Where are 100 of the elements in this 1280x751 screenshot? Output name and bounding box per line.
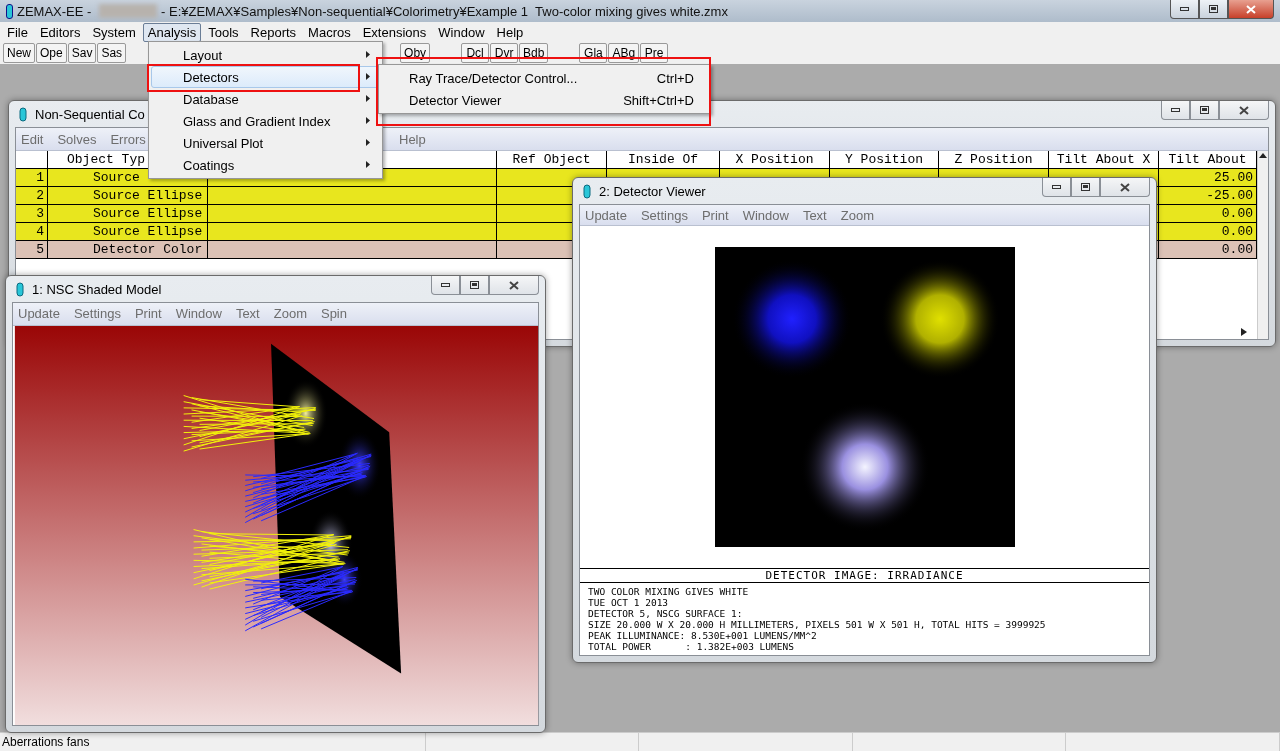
- minimize-button[interactable]: [1170, 0, 1199, 19]
- menu-item[interactable]: Window: [175, 306, 222, 322]
- toolbar-button[interactable]: Bdb: [519, 43, 549, 63]
- submenu-arrow-icon[interactable]: [363, 93, 373, 103]
- menu-item[interactable]: Text: [802, 207, 827, 223]
- menu-item[interactable]: Analysis: [142, 22, 202, 42]
- minimize-button[interactable]: [1042, 178, 1071, 197]
- maximize-button[interactable]: [1190, 101, 1219, 120]
- table-cell: 0.00: [1159, 241, 1257, 259]
- menu-item[interactable]: System: [87, 22, 141, 42]
- maximize-icon: [1081, 183, 1090, 191]
- status-text: Aberrations fans: [0, 733, 426, 751]
- column-header: Z Position: [939, 151, 1049, 169]
- toolbar-button[interactable]: Pre: [640, 43, 669, 63]
- menu-item[interactable]: Macros: [303, 22, 356, 42]
- menu-item[interactable]: Spin: [320, 306, 347, 322]
- menu-item[interactable]: Text: [235, 306, 260, 322]
- window-title: 1: NSC Shaded Model: [32, 281, 162, 297]
- toolbar-button[interactable]: ABg: [608, 43, 640, 63]
- app-icon: [19, 106, 27, 122]
- column-header: Tilt About: [1159, 151, 1257, 169]
- info-line: TUE OCT 1 2013: [588, 597, 670, 608]
- menu-item[interactable]: Universal Plot: [151, 132, 380, 154]
- column-header: Inside Of: [607, 151, 720, 169]
- maximize-button[interactable]: [1199, 0, 1228, 19]
- menu-item[interactable]: Help: [491, 22, 529, 42]
- close-icon: [1239, 105, 1249, 115]
- maximize-button[interactable]: [460, 276, 489, 295]
- app-icon: [583, 183, 591, 199]
- menu-item[interactable]: Database: [151, 88, 380, 110]
- table-cell: Source Ellipse: [48, 187, 208, 205]
- menu-item[interactable]: File: [2, 22, 33, 42]
- blurred-area: [99, 4, 157, 18]
- close-icon: [509, 280, 519, 290]
- menu-item[interactable]: Update: [585, 207, 627, 223]
- toolbar-button[interactable]: Gla: [579, 43, 608, 63]
- menu-item[interactable]: Help: [399, 131, 426, 147]
- minimize-button[interactable]: [1161, 101, 1190, 120]
- menu-item[interactable]: Editors: [34, 22, 86, 42]
- table-cell: 5: [16, 241, 48, 259]
- info-line: DETECTOR 5, NSCG SURFACE 1:: [588, 608, 744, 619]
- table-cell: 3: [16, 205, 48, 223]
- submenu-arrow-icon[interactable]: [363, 115, 373, 125]
- menu-item[interactable]: Print: [134, 306, 162, 322]
- scroll-up-arrow-icon[interactable]: [1258, 151, 1268, 160]
- menu-item[interactable]: Zoom: [273, 306, 307, 322]
- menu-item[interactable]: Settings: [73, 306, 121, 322]
- toolbar-button[interactable]: Sas: [97, 43, 127, 63]
- info-line: SIZE 20.000 W X 20.000 H MILLIMETERS, PIXELS 501 W X 501 H, TOTAL HITS = 3999925: [588, 619, 1047, 630]
- submenu-arrow-icon[interactable]: [363, 71, 373, 81]
- menu-item[interactable]: Edit: [21, 131, 44, 147]
- column-header: Y Position: [830, 151, 939, 169]
- close-icon: [1246, 4, 1256, 14]
- info-line: TWO COLOR MIXING GIVES WHITE: [588, 586, 750, 597]
- toolbar-button[interactable]: Oby: [400, 43, 431, 63]
- submenu-arrow-icon[interactable]: [363, 49, 373, 59]
- submenu-arrow-icon[interactable]: [363, 159, 373, 169]
- table-cell: 25.00: [1159, 169, 1257, 187]
- column-header: Tilt About X: [1049, 151, 1159, 169]
- menu-item[interactable]: Print: [701, 207, 729, 223]
- menu-item[interactable]: Settings: [640, 207, 688, 223]
- table-cell: Source Ellipse: [48, 205, 208, 223]
- table-cell: 0.00: [1159, 223, 1257, 241]
- close-button[interactable]: [1100, 178, 1150, 197]
- close-button[interactable]: [1219, 101, 1269, 120]
- menu-item[interactable]: Reports: [245, 22, 302, 42]
- table-cell: Source Ellipse: [48, 223, 208, 241]
- minimize-button[interactable]: [431, 276, 460, 295]
- menu-item[interactable]: Ray Trace/Detector Control... Ctrl+D: [381, 67, 708, 89]
- menu-item[interactable]: Window: [433, 22, 490, 42]
- scrollbar[interactable]: [1257, 151, 1268, 339]
- maximize-icon: [1209, 5, 1218, 13]
- menu-item[interactable]: Glass and Gradient Index: [151, 110, 380, 132]
- app-title: ZEMAX-EE -: [17, 3, 93, 19]
- image-title: DETECTOR IMAGE: IRRADIANCE: [580, 568, 1149, 583]
- toolbar-button[interactable]: New: [3, 43, 35, 63]
- toolbar-button[interactable]: Sav: [67, 43, 97, 63]
- menu-item[interactable]: Extensions: [357, 22, 432, 42]
- menu-item[interactable]: Tools: [203, 22, 244, 42]
- minimize-icon: [1180, 7, 1189, 11]
- menu-item[interactable]: Solves: [57, 131, 97, 147]
- toolbar-button[interactable]: Dvr: [490, 43, 519, 63]
- menu-item[interactable]: Errors: [110, 131, 146, 147]
- menu-item[interactable]: Window: [742, 207, 789, 223]
- column-header: Ref Object: [497, 151, 607, 169]
- maximize-icon: [1200, 106, 1209, 114]
- menu-item[interactable]: Zoom: [840, 207, 874, 223]
- close-icon: [1120, 182, 1130, 192]
- table-cell: -25.00: [1159, 187, 1257, 205]
- menu-item[interactable]: Update: [18, 306, 60, 322]
- menu-item[interactable]: Layout: [151, 44, 380, 66]
- maximize-button[interactable]: [1071, 178, 1100, 197]
- close-button[interactable]: [489, 276, 539, 295]
- close-button[interactable]: [1228, 0, 1274, 19]
- toolbar-button[interactable]: Ope: [36, 43, 67, 63]
- scroll-right-arrow-icon[interactable]: [1239, 327, 1249, 336]
- submenu-arrow-icon[interactable]: [363, 137, 373, 147]
- minimize-icon: [1052, 185, 1061, 189]
- menu-item[interactable]: Detector Viewer Shift+Ctrl+D: [381, 89, 708, 111]
- toolbar-button[interactable]: Dcl: [461, 43, 490, 63]
